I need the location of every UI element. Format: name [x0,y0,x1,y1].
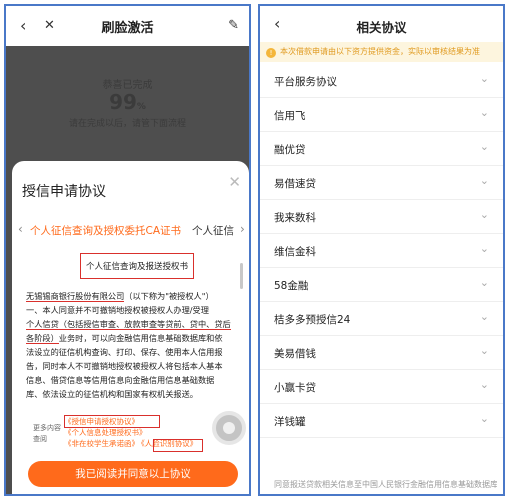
tab-next-icon[interactable]: › [240,222,245,236]
list-item[interactable]: 美易借钱 ⌄ [260,336,503,370]
agreement-line: 各阶段）业务时，可以向金融信用信息基础数据库和依 [26,331,238,345]
progress-percent: 99% [109,90,146,114]
agree-button[interactable]: 我已阅读并同意以上协议 [28,461,238,487]
tab-active[interactable]: 个人征信查询及授权委托CA证书 [30,223,181,238]
left-screen: ‹ ✕ 刷脸激活 ✎ 恭喜已完成 99% 请在完成以后，请管下面流程 授信申请协… [4,4,251,496]
list-item[interactable]: 洋钱罐 ⌄ [260,404,503,438]
link-highlight [64,415,160,428]
list-item[interactable]: 平台服务协议 ⌄ [260,64,503,98]
chevron-down-icon: ⌄ [479,208,489,221]
agreement-body: 无锡锡商银行股份有限公司（以下称为"被授权人"） 一、本人同意并不可撤销地授权被授… [26,289,238,401]
chevron-down-icon: ⌄ [479,276,489,289]
list-item-label: 美易借钱 [274,348,316,360]
underlined-text: 个人信贷（包括授信审查、放款审查等贷前、贷中、贷后 [26,319,231,330]
edit-icon[interactable]: ✎ [228,6,239,46]
progress-hint: 请在完成以后，请管下面流程 [68,119,186,129]
list-item-label: 洋钱罐 [274,416,306,428]
agreement-line: 法设立的征信机构查询、打印、保存、使用本人信用报 [26,345,238,359]
agreement-sheet: 授信申请协议 ✕ ‹ 个人征信查询及授权委托CA证书 个人征信 › 个人征信查询… [12,161,249,494]
notice-banner: ! 本次借款申请由以下资方提供资金，实际以审核结果为准 [260,42,503,62]
scrollbar[interactable] [240,263,243,289]
list-item-label: 维信金科 [274,246,316,258]
more-label: 更多内容查阅 [33,424,61,443]
list-item-label: 平台服务协议 [274,76,337,88]
list-item-label: 融优贷 [274,144,306,156]
notice-text: 本次借款申请由以下资方提供资金，实际以审核结果为准 [280,47,480,56]
list-item-label: 小赢卡贷 [274,382,316,394]
plain-text: 告，同时本人不可撤销地授权被授权人将包括本人基本 [26,361,223,371]
agreement-link[interactable]: 《个人信息处理授权书》 [64,428,147,437]
chevron-down-icon: ⌄ [479,106,489,119]
chevron-down-icon: ⌄ [479,140,489,153]
agreement-link[interactable]: 《非在校学生承诺函》 [64,439,139,448]
plain-text: 法设立的征信机构查询、打印、保存、使用本人信用报 [26,347,223,357]
tab-next[interactable]: 个人征信 [192,223,238,238]
list-item[interactable]: 小赢卡贷 ⌄ [260,370,503,404]
list-item[interactable]: 易借速贷 ⌄ [260,166,503,200]
doc-title: 个人征信查询及报送授权书 [85,262,188,272]
chevron-down-icon: ⌄ [479,310,489,323]
link-highlight-2 [153,439,203,452]
floating-button[interactable] [212,411,246,445]
agreement-line: 库、依法设立的征信机构和国家有权机关报送。 [26,387,238,401]
progress-caption: 恭喜已完成 [102,80,153,91]
nav-bar: ‹ ✕ 刷脸激活 ✎ [6,6,249,46]
chevron-down-icon: ⌄ [479,72,489,85]
list-item[interactable]: 信用飞 ⌄ [260,98,503,132]
tab-prev-icon[interactable]: ‹ [18,222,23,236]
sheet-close-icon[interactable]: ✕ [228,173,241,191]
underlined-text: 各阶段） [26,333,59,344]
agreement-tabs: ‹ 个人征信查询及授权委托CA证书 个人征信 › [12,221,249,241]
list-item[interactable]: 58金融 ⌄ [260,268,503,302]
list-item-label: 58金融 [274,280,309,292]
sheet-title: 授信申请协议 [22,184,106,200]
list-item-label: 我来数科 [274,212,316,224]
list-item[interactable]: 我来数科 ⌄ [260,200,503,234]
underlined-text: 无锡锡商银行股份有限公司 [26,291,125,302]
footer-note: 同意报送贷款相关信息至中国人民银行金融信用信息基础数据库 [274,480,497,489]
agreement-list: 平台服务协议 ⌄ 信用飞 ⌄ 融优贷 ⌄ 易借速贷 ⌄ 我来数科 ⌄ 维信金科 ⌄ 58金融 ⌄ 桔多多预授… [260,64,503,438]
agreement-line: 信息、借贷信息等信用信息向金融信用信息基础数据 [26,373,238,387]
plain-text: 信息、借贷信息等信用信息向金融信用信息基础数据 [26,375,215,385]
list-item[interactable]: 桔多多预授信24 ⌄ [260,302,503,336]
agreement-line: 个人信贷（包括授信审查、放款审查等贷前、贷中、贷后 [26,317,238,331]
plain-text: 库、依法设立的征信机构和国家有权机关报送。 [26,389,198,399]
info-icon: ! [266,48,276,58]
plain-text: （以下称为"被授权人"） [124,291,214,301]
plain-text: 一、本人同意并不可撤销地授权被授权人办理/受理 [26,305,209,315]
agreement-line: 一、本人同意并不可撤销地授权被授权人办理/受理 [26,303,238,317]
page-title: 刷脸激活 [101,20,154,36]
list-item-label: 易借速贷 [274,178,316,190]
list-item-label: 信用飞 [274,110,306,122]
chevron-down-icon: ⌄ [479,174,489,187]
page-title: 相关协议 [356,20,407,35]
chevron-down-icon: ⌄ [479,378,489,391]
chevron-down-icon: ⌄ [479,412,489,425]
agreement-line: 告，同时本人不可撤销地授权被授权人将包括本人基本 [26,359,238,373]
links-row: 《个人信息处理授权书》 [64,427,199,438]
plain-text: 业务时，可以向金融信用信息基础数据库和依 [58,333,223,343]
chevron-down-icon: ⌄ [479,242,489,255]
list-item-label: 桔多多预授信24 [274,314,351,326]
agreement-line: 无锡锡商银行股份有限公司（以下称为"被授权人"） [26,289,238,303]
list-item[interactable]: 维信金科 ⌄ [260,234,503,268]
list-item[interactable]: 融优贷 ⌄ [260,132,503,166]
nav-bar: ‹ 相关协议 [260,6,503,42]
chevron-down-icon: ⌄ [479,344,489,357]
right-screen: ‹ 相关协议 ! 本次借款申请由以下资方提供资金，实际以审核结果为准 平台服务协议… [258,4,505,496]
